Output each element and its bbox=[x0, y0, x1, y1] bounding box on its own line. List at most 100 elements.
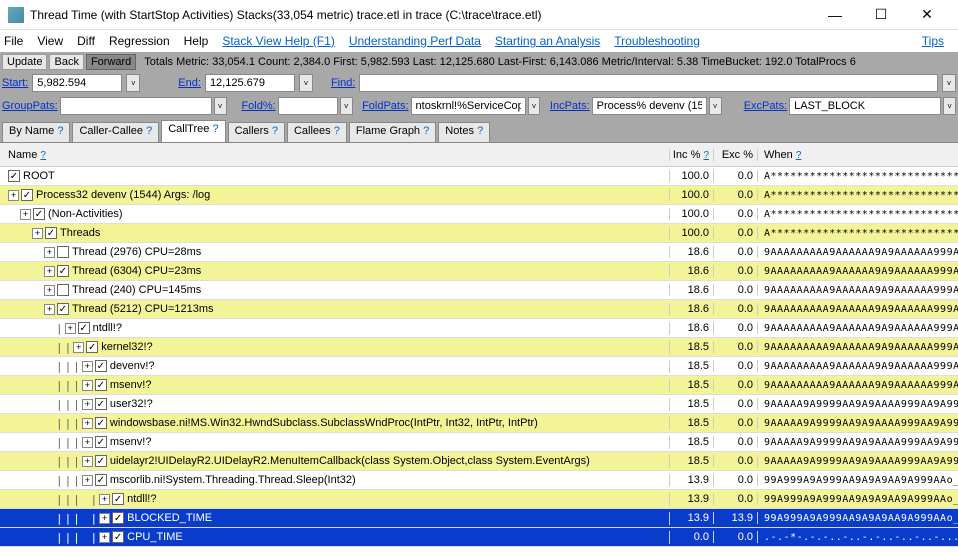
row-checkbox[interactable] bbox=[112, 531, 124, 543]
back-button[interactable]: Back bbox=[49, 54, 83, 70]
row-checkbox[interactable] bbox=[78, 322, 90, 334]
expand-toggle[interactable]: + bbox=[8, 190, 19, 201]
expand-toggle[interactable]: + bbox=[65, 323, 76, 334]
tree-row[interactable]: |||+msenv!?18.50.09AAAAAAAAA9AAAAAA9A9AA… bbox=[0, 376, 958, 395]
tab-calltree[interactable]: CallTree ? bbox=[161, 120, 225, 142]
tree-row[interactable]: +Thread (6304) CPU=23ms18.60.09AAAAAAAAA… bbox=[0, 262, 958, 281]
find-label[interactable]: Find: bbox=[331, 77, 355, 89]
expand-toggle[interactable]: + bbox=[82, 361, 93, 372]
forward-button[interactable]: Forward bbox=[86, 54, 136, 70]
expand-toggle[interactable]: + bbox=[44, 247, 55, 258]
tree-row[interactable]: +Thread (5212) CPU=1213ms18.60.09AAAAAAA… bbox=[0, 300, 958, 319]
expand-toggle[interactable]: + bbox=[82, 456, 93, 467]
tree-row[interactable]: ||| +windowsbase.ni!MS.Win32.HwndSubclas… bbox=[0, 414, 958, 433]
expand-toggle[interactable]: + bbox=[99, 494, 110, 505]
row-checkbox[interactable] bbox=[8, 170, 20, 182]
tree-row[interactable]: +Thread (240) CPU=145ms18.60.09AAAAAAAAA… bbox=[0, 281, 958, 300]
row-checkbox[interactable] bbox=[45, 227, 57, 239]
menu-file[interactable]: File bbox=[4, 34, 23, 48]
row-checkbox[interactable] bbox=[57, 246, 69, 258]
expand-toggle[interactable]: + bbox=[44, 285, 55, 296]
expand-toggle[interactable]: + bbox=[82, 475, 93, 486]
tree-row[interactable]: +Thread (2976) CPU=28ms18.60.09AAAAAAAAA… bbox=[0, 243, 958, 262]
menu-regression[interactable]: Regression bbox=[109, 34, 170, 48]
tree-row[interactable]: ||| |+ntdll!?13.90.099A999A9A999AA9A9A9A… bbox=[0, 490, 958, 509]
menu-help[interactable]: Help bbox=[184, 34, 209, 48]
grouppats-label[interactable]: GroupPats: bbox=[2, 100, 58, 112]
expand-toggle[interactable]: + bbox=[44, 266, 55, 277]
tab-flame[interactable]: Flame Graph ? bbox=[349, 122, 436, 142]
expand-toggle[interactable]: + bbox=[32, 228, 43, 239]
row-checkbox[interactable] bbox=[112, 512, 124, 524]
header-name[interactable]: Name ? bbox=[0, 149, 670, 161]
excpats-label[interactable]: ExcPats: bbox=[744, 100, 787, 112]
incpats-input[interactable] bbox=[592, 97, 707, 115]
expand-toggle[interactable]: + bbox=[99, 513, 110, 524]
tree-row[interactable]: ||| +uidelayr2!UIDelayR2.UIDelayR2.MenuI… bbox=[0, 452, 958, 471]
tree-row[interactable]: ||| +msenv!?18.50.09AAAAA9A9999AA9A9AAAA… bbox=[0, 433, 958, 452]
tree-row[interactable]: ||| | +BLOCKED_TIME13.913.999A999A9A999A… bbox=[0, 509, 958, 528]
excpats-input[interactable] bbox=[789, 97, 941, 115]
menu-view[interactable]: View bbox=[37, 34, 63, 48]
tree-row[interactable]: ||| +mscorlib.ni!System.Threading.Thread… bbox=[0, 471, 958, 490]
foldpats-dropdown[interactable]: ˅ bbox=[528, 97, 541, 115]
find-dropdown[interactable]: ˅ bbox=[942, 74, 956, 92]
row-checkbox[interactable] bbox=[95, 474, 107, 486]
row-checkbox[interactable] bbox=[57, 303, 69, 315]
tree-row[interactable]: ||| +user32!?18.50.09AAAAA9A9999AA9A9AAA… bbox=[0, 395, 958, 414]
tree-row[interactable]: ROOT100.00.0A***************************… bbox=[0, 167, 958, 186]
header-exc[interactable]: Exc % bbox=[714, 149, 758, 161]
incpats-label[interactable]: IncPats: bbox=[550, 100, 590, 112]
expand-toggle[interactable]: + bbox=[82, 380, 93, 391]
menu-perfdata[interactable]: Understanding Perf Data bbox=[349, 34, 481, 48]
tab-callees[interactable]: Callees ? bbox=[287, 122, 347, 142]
start-label[interactable]: Start: bbox=[2, 77, 28, 89]
tree-row[interactable]: ||+kernel32!?18.50.09AAAAAAAAA9AAAAAA9A9… bbox=[0, 338, 958, 357]
row-checkbox[interactable] bbox=[95, 455, 107, 467]
row-checkbox[interactable] bbox=[57, 284, 69, 296]
start-input[interactable] bbox=[32, 74, 122, 92]
foldpct-label[interactable]: Fold%: bbox=[241, 100, 275, 112]
foldpats-input[interactable] bbox=[411, 97, 526, 115]
row-checkbox[interactable] bbox=[86, 341, 98, 353]
tree-row[interactable]: |||+devenv!?18.50.09AAAAAAAAA9AAAAAA9A9A… bbox=[0, 357, 958, 376]
expand-toggle[interactable]: + bbox=[44, 304, 55, 315]
expand-toggle[interactable]: + bbox=[99, 532, 110, 543]
incpats-dropdown[interactable]: ˅ bbox=[709, 97, 722, 115]
row-checkbox[interactable] bbox=[95, 436, 107, 448]
expand-toggle[interactable]: + bbox=[20, 209, 31, 220]
end-dropdown[interactable]: ˅ bbox=[299, 74, 313, 92]
tree-row[interactable]: +Process32 devenv (1544) Args: /log100.0… bbox=[0, 186, 958, 205]
end-input[interactable] bbox=[205, 74, 295, 92]
row-checkbox[interactable] bbox=[112, 493, 124, 505]
tab-notes[interactable]: Notes ? bbox=[438, 122, 490, 142]
header-when[interactable]: When ? bbox=[758, 149, 958, 161]
foldpats-label[interactable]: FoldPats: bbox=[362, 100, 408, 112]
tree-row[interactable]: |+ntdll!?18.60.09AAAAAAAAA9AAAAAA9A9AAAA… bbox=[0, 319, 958, 338]
foldpct-dropdown[interactable]: ˅ bbox=[340, 97, 353, 115]
maximize-button[interactable]: ☐ bbox=[858, 1, 904, 29]
grouppats-input[interactable] bbox=[60, 97, 212, 115]
foldpct-input[interactable] bbox=[278, 97, 338, 115]
find-input[interactable] bbox=[359, 74, 938, 92]
minimize-button[interactable]: — bbox=[812, 1, 858, 29]
header-inc[interactable]: Inc % ? bbox=[670, 149, 714, 161]
row-checkbox[interactable] bbox=[21, 189, 33, 201]
close-button[interactable]: ✕ bbox=[904, 1, 950, 29]
update-button[interactable]: Update bbox=[2, 54, 47, 70]
tab-callers[interactable]: Callers ? bbox=[228, 122, 285, 142]
row-checkbox[interactable] bbox=[95, 417, 107, 429]
row-checkbox[interactable] bbox=[95, 398, 107, 410]
tree-row[interactable]: +Threads100.00.0A***********************… bbox=[0, 224, 958, 243]
excpats-dropdown[interactable]: ˅ bbox=[943, 97, 956, 115]
row-checkbox[interactable] bbox=[33, 208, 45, 220]
tree-row[interactable]: +(Non-Activities)100.00.0A**************… bbox=[0, 205, 958, 224]
row-checkbox[interactable] bbox=[57, 265, 69, 277]
row-checkbox[interactable] bbox=[95, 379, 107, 391]
end-label[interactable]: End: bbox=[178, 77, 201, 89]
expand-toggle[interactable]: + bbox=[82, 399, 93, 410]
menu-stackview-help[interactable]: Stack View Help (F1) bbox=[222, 34, 334, 48]
tab-byname[interactable]: By Name ? bbox=[2, 122, 70, 142]
menu-trouble[interactable]: Troubleshooting bbox=[614, 34, 700, 48]
row-checkbox[interactable] bbox=[95, 360, 107, 372]
